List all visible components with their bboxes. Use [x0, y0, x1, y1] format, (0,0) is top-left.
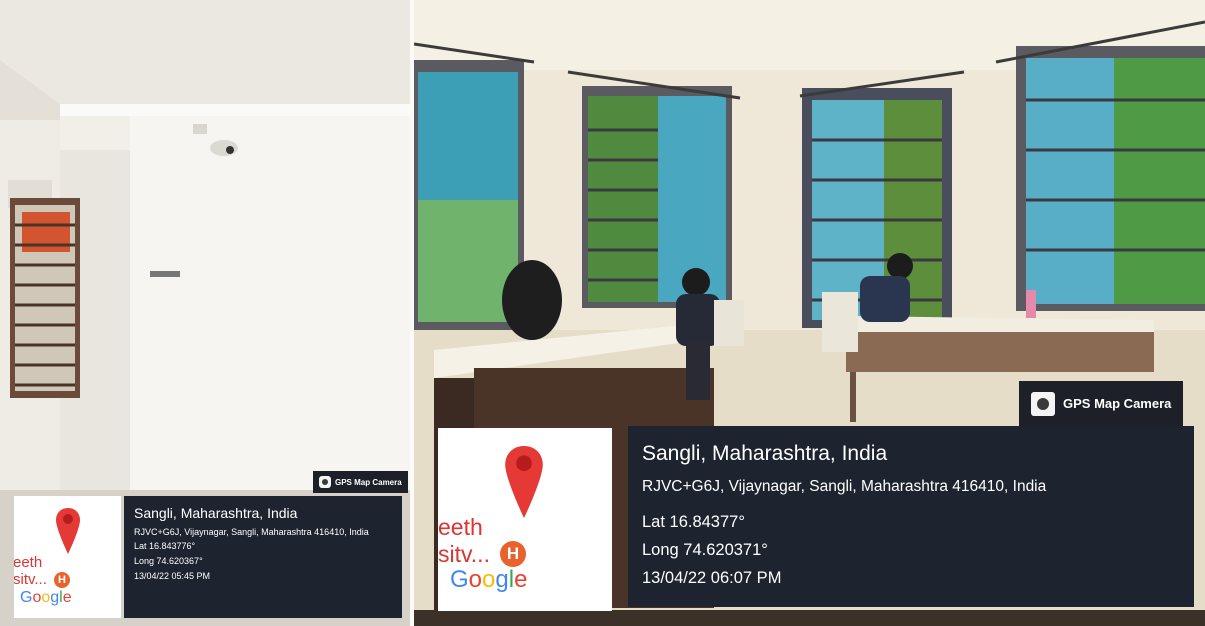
longitude-text: Long 74.620371° [642, 541, 768, 559]
google-logo: Google [20, 589, 72, 606]
location-info-panel: Sangli, Maharashtra, India RJVC+G6J, Vij… [628, 426, 1194, 607]
gps-badge-label: GPS Map Camera [1063, 396, 1172, 411]
map-place-label: eeth sitv... [14, 554, 47, 588]
camera-icon [319, 476, 331, 488]
location-pin-icon [56, 508, 80, 554]
map-thumbnail: eeth sitv... H Google [14, 496, 121, 618]
gps-badge: GPS Map Camera [313, 471, 408, 493]
hospital-marker-icon: H [500, 541, 526, 567]
hospital-marker-icon: H [54, 572, 70, 588]
location-info-panel: Sangli, Maharashtra, India RJVC+G6J, Vij… [124, 496, 402, 618]
location-pin-icon [505, 446, 543, 518]
location-title: Sangli, Maharashtra, India [642, 442, 888, 465]
map-thumbnail: eeth sitv... H Google [438, 428, 612, 611]
gps-badge-label: GPS Map Camera [335, 477, 402, 487]
gps-badge: GPS Map Camera [1019, 381, 1184, 426]
latitude-text: Lat 16.843776° [134, 541, 196, 551]
right-photo: GPS Map Camera eeth sitv... H Google San… [414, 0, 1205, 626]
address-text: RJVC+G6J, Vijaynagar, Sangli, Maharashtr… [642, 478, 1047, 495]
timestamp-text: 13/04/22 05:45 PM [134, 571, 211, 581]
address-text: RJVC+G6J, Vijaynagar, Sangli, Maharashtr… [134, 527, 369, 537]
left-photo: GPS Map Camera eeth sitv... H Google San… [0, 0, 410, 626]
longitude-text: Long 74.620367° [134, 556, 203, 566]
location-title: Sangli, Maharashtra, India [134, 505, 298, 521]
google-logo: Google [450, 566, 528, 593]
latitude-text: Lat 16.84377° [642, 513, 745, 531]
timestamp-text: 13/04/22 06:07 PM [642, 569, 782, 587]
map-place-label: eeth sitv... [438, 514, 490, 567]
camera-icon [1031, 391, 1055, 416]
